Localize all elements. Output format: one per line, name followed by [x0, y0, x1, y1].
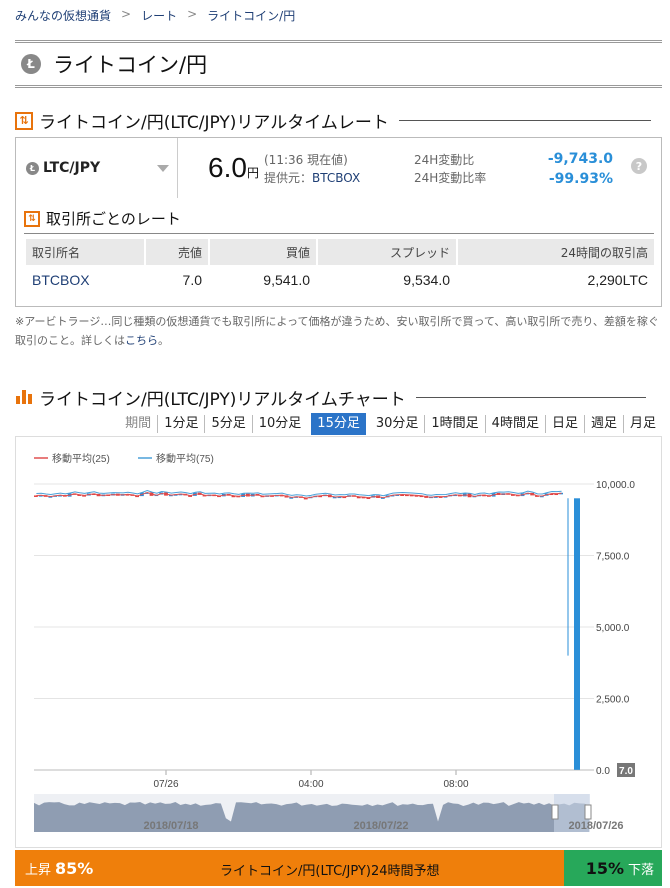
navigator-area — [34, 802, 590, 832]
chart-container[interactable]: 移動平均(25) 移動平均(75) 10,000.0 7,500.0 5,000.0 2… — [15, 436, 662, 848]
swap-icon: ⇅ — [15, 111, 33, 130]
rate-section-heading: ⇅ ライトコイン/円(LTC/JPY)リアルタイムレート — [15, 108, 651, 133]
prediction-up[interactable]: 上昇 85% ライトコイン/円(LTC/JPY)24時間予想 — [15, 850, 564, 886]
exchange-table: 取引所名 売値 買値 スプレッド 24時間の取引高 BTCBOX 7.0 9,5… — [24, 239, 656, 295]
price-chart[interactable]: 移動平均(25) 移動平均(75) 10,000.0 7,500.0 5,000.0 2… — [16, 437, 661, 847]
up-percent: 85% — [55, 858, 94, 878]
tab-4hour[interactable]: 4時間足 — [484, 415, 545, 433]
tab-1min[interactable]: 1分足 — [157, 415, 204, 433]
tab-month[interactable]: 月足 — [622, 415, 662, 433]
rate-box: Ł LTC/JPY 6.0円 (11:36 現在値) 提供元：BTCBOX 24… — [15, 137, 662, 307]
table-row: BTCBOX 7.0 9,541.0 9,534.0 2,290LTC — [26, 265, 654, 295]
candle — [574, 498, 580, 770]
down-percent: 15% — [585, 858, 624, 878]
tab-15min[interactable]: 15分足 — [311, 413, 366, 435]
navigator-date-label: 2018/07/18 — [143, 820, 198, 832]
tab-week[interactable]: 週足 — [583, 415, 623, 433]
col-exchange: 取引所名 — [26, 239, 144, 265]
spread: 9,534.0 — [403, 272, 450, 288]
price-value: 6.0 — [208, 152, 247, 183]
chart-section-heading: ライトコイン/円(LTC/JPY)リアルタイムチャート — [15, 385, 646, 410]
navigator-handle-left — [551, 804, 559, 820]
litecoin-icon: Ł — [26, 161, 39, 175]
tab-30min[interactable]: 30分足 — [370, 415, 425, 433]
period-label: 期間 — [125, 416, 152, 431]
change-label: 24H変動比 — [414, 153, 475, 167]
page-title-bar: Ł ライトコイン/円 — [15, 40, 662, 88]
page-title: ライトコイン/円 — [53, 53, 208, 77]
buy-price: 9,541.0 — [263, 272, 310, 288]
last-value-label: 7.0 — [619, 766, 633, 777]
pair-select[interactable]: Ł LTC/JPY — [16, 138, 178, 198]
col-spread: スプレッド — [318, 239, 456, 265]
period-tabs: 期間 1分足 5分足 10分足 15分足 30分足 1時間足 4時間足 日足 週… — [119, 413, 662, 435]
breadcrumb-rate[interactable]: レート — [141, 7, 177, 24]
col-sell: 売値 — [146, 239, 208, 265]
legend-label: 移動平均(25) — [52, 452, 110, 465]
change-value: -9,743.0 — [547, 151, 613, 167]
exchange-link[interactable]: BTCBOX — [26, 265, 144, 295]
heading-rule — [415, 397, 646, 398]
provider-name[interactable]: BTCBOX — [312, 171, 360, 185]
rate-heading-text: ライトコイン/円(LTC/JPY)リアルタイムレート — [39, 113, 389, 133]
provider-label: 提供元： — [264, 171, 313, 185]
change-rate-value: -99.93% — [548, 171, 613, 187]
x-tick-label: 07/26 — [153, 779, 178, 790]
sell-price: 7.0 — [182, 272, 202, 288]
note-link[interactable]: こちら — [125, 334, 158, 347]
prediction-title: ライトコイン/円(LTC/JPY)24時間予想 — [220, 864, 440, 879]
current-price: 6.0円 — [208, 152, 259, 184]
breadcrumb-separator: > — [121, 7, 132, 21]
volume: 2,290LTC — [587, 272, 648, 288]
time-note: (11:36 現在値) — [264, 153, 348, 167]
x-tick-label: 08:00 — [443, 779, 468, 790]
prediction-down[interactable]: 15% 下落 — [564, 850, 662, 886]
swap-icon: ⇅ — [24, 210, 40, 227]
y-tick-label: 7,500.0 — [596, 552, 630, 563]
note-text: ※アービトラージ…同じ種類の仮想通貨でも取引所によって価格が違うため、安い取引所… — [15, 315, 659, 347]
x-tick-label: 04:00 — [298, 779, 323, 790]
prediction-bar[interactable]: 上昇 85% ライトコイン/円(LTC/JPY)24時間予想 15% 下落 — [15, 850, 662, 886]
note-end: 。 — [158, 334, 169, 347]
litecoin-icon: Ł — [21, 54, 41, 74]
tab-day[interactable]: 日足 — [544, 415, 584, 433]
chart-heading-text: ライトコイン/円(LTC/JPY)リアルタイムチャート — [39, 390, 406, 410]
y-tick-label: 5,000.0 — [596, 623, 630, 634]
change-labels: 24H変動比 24H変動比率 — [414, 151, 486, 187]
price-unit: 円 — [246, 166, 259, 180]
exchange-heading-text: 取引所ごとのレート — [46, 210, 181, 228]
heading-rule — [398, 120, 651, 121]
y-tick-label: 0.0 — [596, 766, 610, 777]
tab-5min[interactable]: 5分足 — [204, 415, 251, 433]
navigator-date-label: 2018/07/26 — [568, 820, 623, 832]
price-meta: (11:36 現在値) 提供元：BTCBOX — [264, 151, 360, 187]
breadcrumb-current[interactable]: ライトコイン/円 — [207, 7, 295, 24]
col-volume: 24時間の取引高 — [458, 239, 654, 265]
breadcrumb: みんなの仮想通貨 > レート > ライトコイン/円 — [15, 7, 295, 24]
legend-label: 移動平均(75) — [156, 452, 214, 465]
down-label: 下落 — [627, 862, 654, 878]
breadcrumb-separator: > — [187, 7, 198, 21]
breadcrumb-home[interactable]: みんなの仮想通貨 — [15, 7, 111, 24]
tab-1hour[interactable]: 1時間足 — [424, 415, 484, 433]
exchange-heading: ⇅ 取引所ごとのレート — [24, 208, 654, 234]
col-buy: 買値 — [210, 239, 316, 265]
candlestick-icon — [15, 389, 33, 406]
up-label: 上昇 — [25, 862, 52, 878]
help-icon[interactable]: ? — [631, 158, 647, 174]
y-tick-label: 2,500.0 — [596, 695, 630, 706]
y-tick-label: 10,000.0 — [596, 480, 635, 491]
pair-label: LTC/JPY — [43, 160, 101, 176]
navigator-date-label: 2018/07/22 — [353, 820, 408, 832]
tab-10min[interactable]: 10分足 — [251, 415, 308, 433]
change-rate-label: 24H変動比率 — [414, 171, 487, 185]
chevron-down-icon — [157, 165, 169, 172]
navigator-handle-right — [584, 804, 592, 820]
arbitrage-note: ※アービトラージ…同じ種類の仮想通貨でも取引所によって価格が違うため、安い取引所… — [15, 312, 662, 350]
change-values: -9,743.0 -99.93% — [548, 149, 613, 189]
